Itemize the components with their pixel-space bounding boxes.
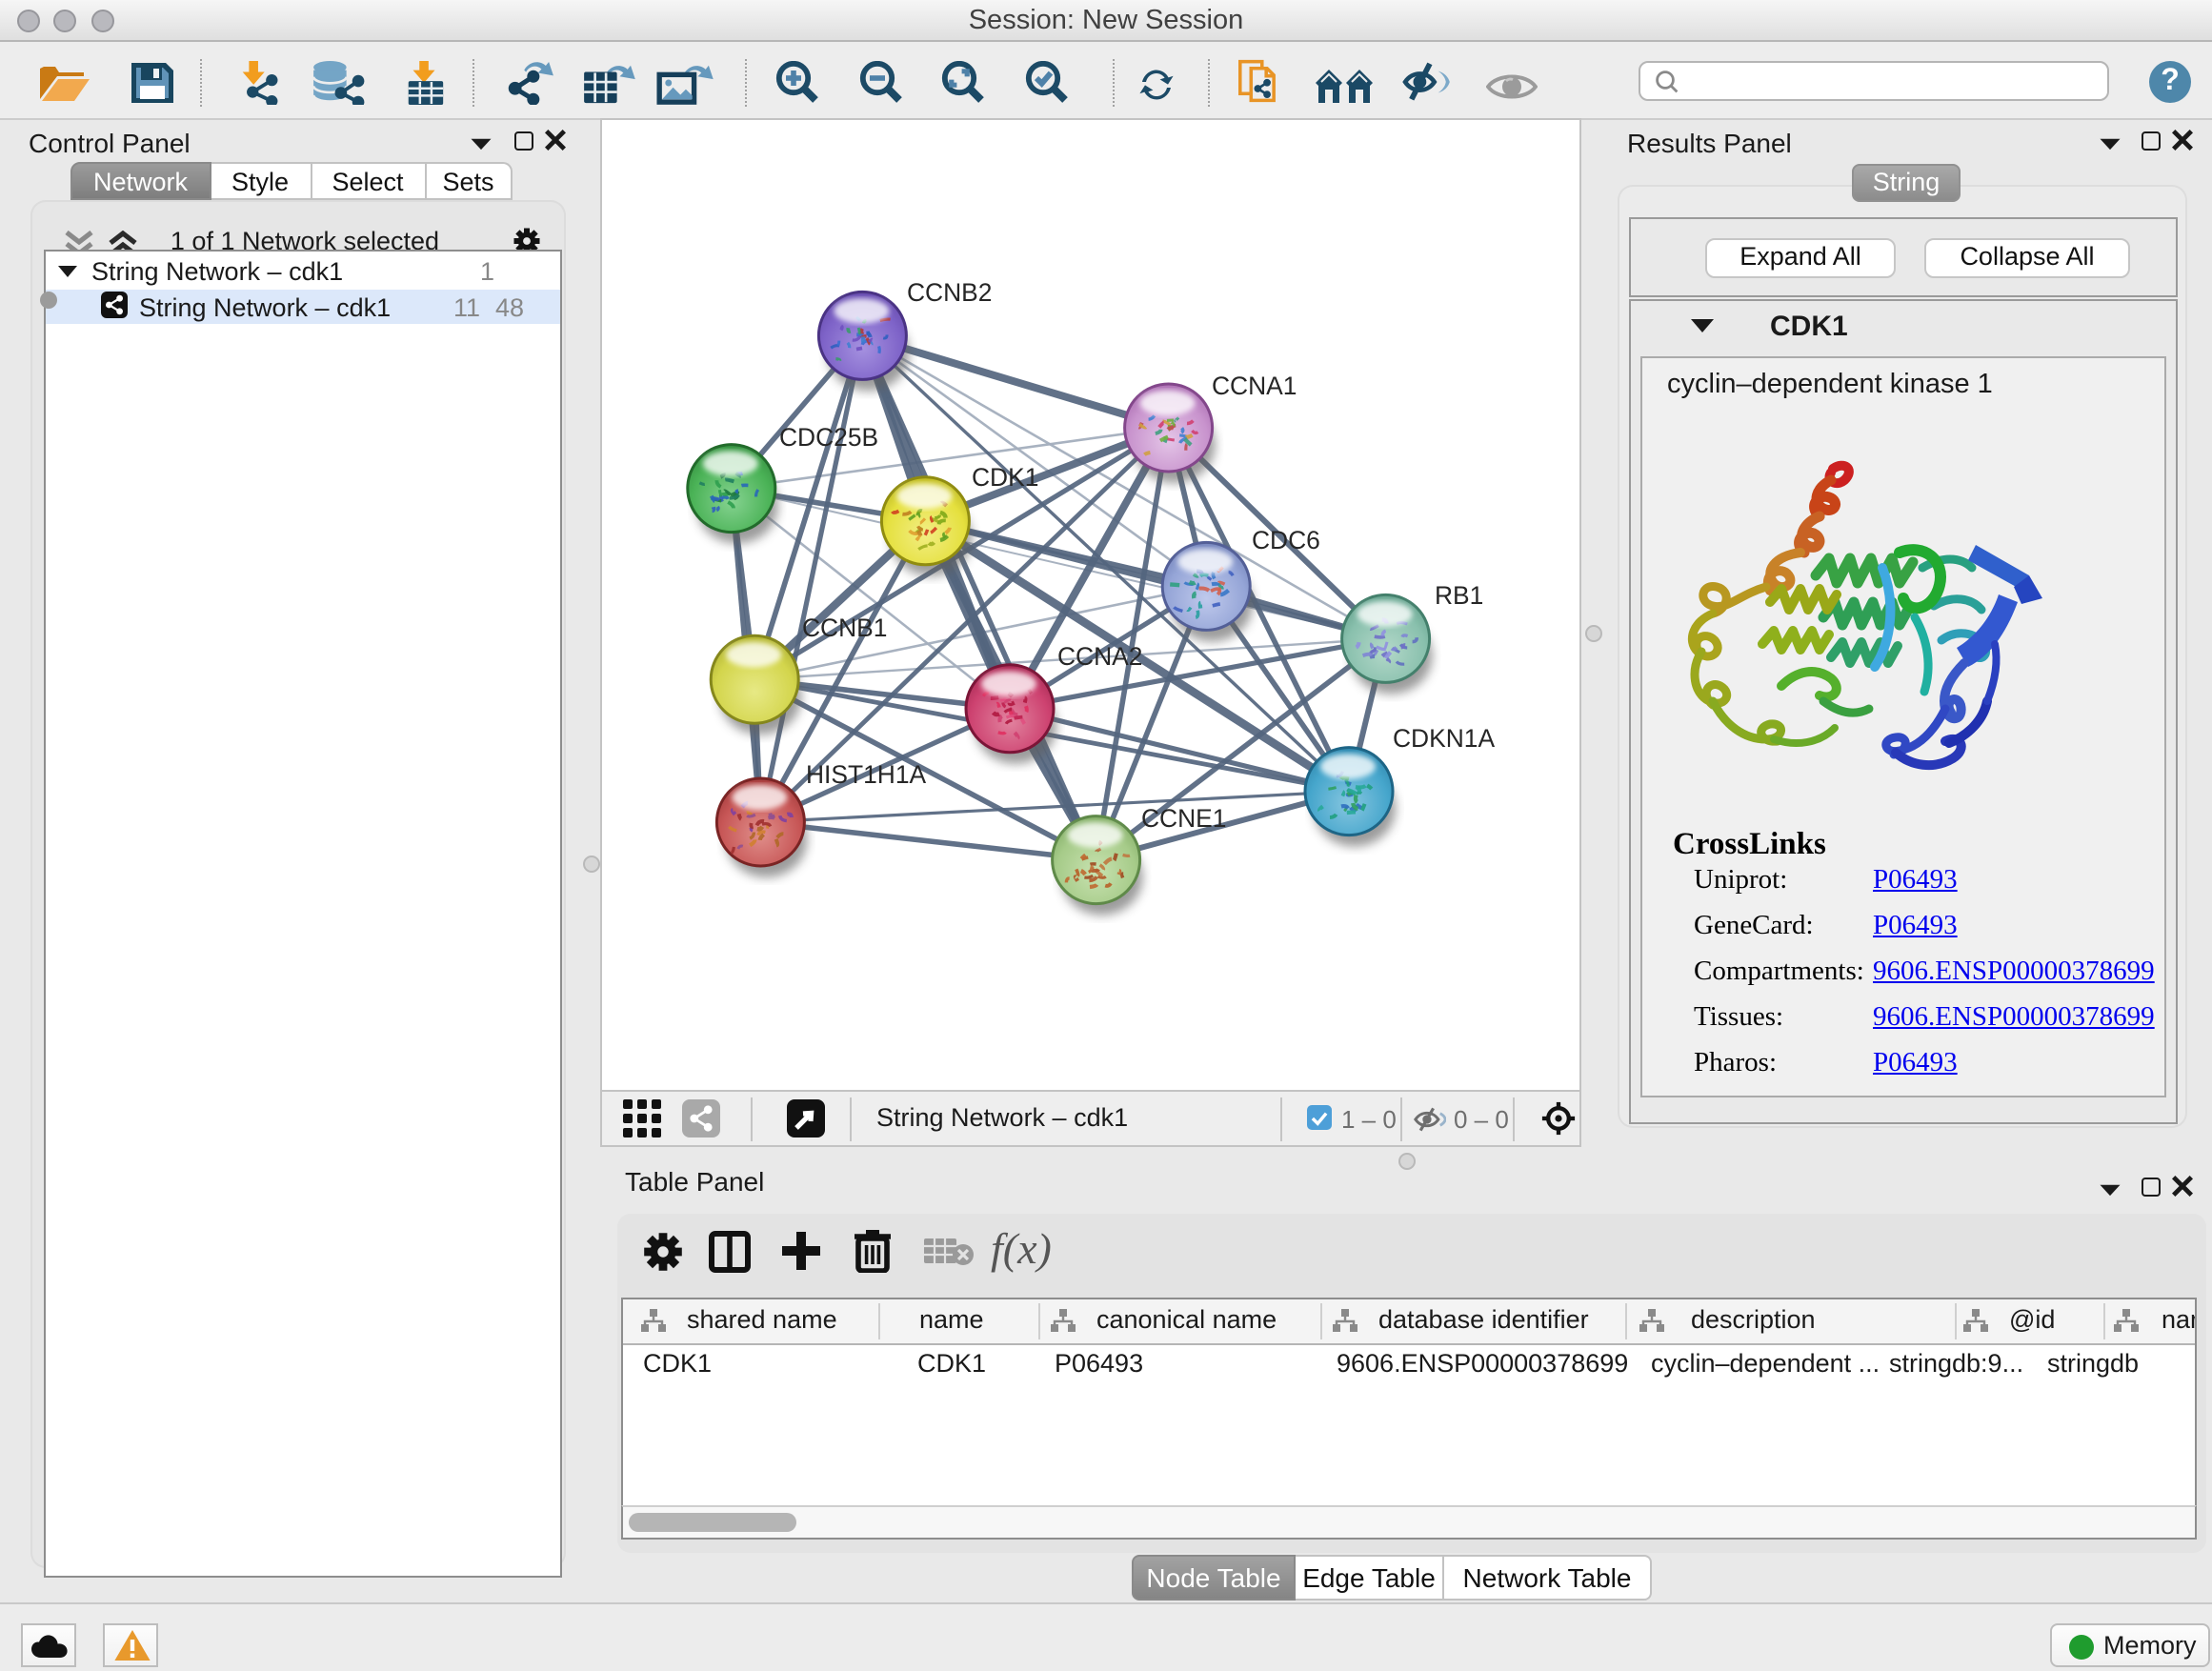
svg-text:CDC6: CDC6 bbox=[1252, 526, 1320, 554]
svg-text:CCNE1: CCNE1 bbox=[1141, 804, 1226, 833]
svg-text:HIST1H1A: HIST1H1A bbox=[806, 760, 927, 789]
svg-text:RB1: RB1 bbox=[1435, 581, 1483, 610]
svg-text:CCNB2: CCNB2 bbox=[907, 278, 992, 307]
svg-text:CCNA1: CCNA1 bbox=[1212, 372, 1297, 400]
svg-text:CDC25B: CDC25B bbox=[779, 423, 878, 452]
svg-text:CDKN1A: CDKN1A bbox=[1393, 724, 1495, 753]
svg-text:CCNA2: CCNA2 bbox=[1057, 642, 1142, 671]
svg-text:CDK1: CDK1 bbox=[972, 463, 1038, 492]
svg-text:CCNB1: CCNB1 bbox=[802, 614, 887, 642]
